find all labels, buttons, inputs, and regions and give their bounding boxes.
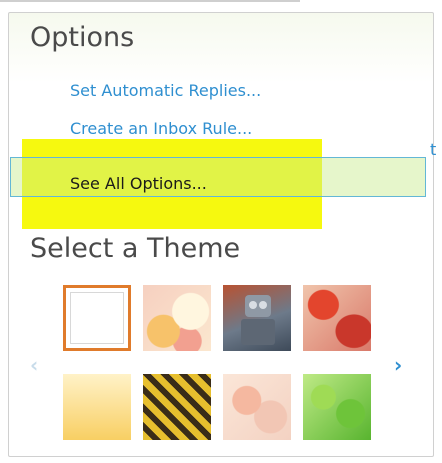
theme-thumbnail-default[interactable] [63,285,131,351]
background-text-fragment: t [430,140,437,159]
select-theme-heading: Select a Theme [30,233,241,264]
options-heading: Options [30,22,135,53]
theme-thumbnail-striped-bee[interactable] [143,374,211,440]
theme-thumbnail-robot[interactable] [223,285,291,351]
set-automatic-replies-link[interactable]: Set Automatic Replies... [70,81,261,100]
previous-themes-arrow-icon[interactable]: ‹ [30,353,38,377]
robot-body-shape [241,319,275,345]
theme-thumbnail-yellow-gradient[interactable] [63,374,131,440]
see-all-options-link[interactable]: See All Options... [70,174,207,193]
theme-thumbnail-pink-flowers[interactable] [223,374,291,440]
robot-eye-shape [249,301,257,309]
blank-theme-preview [70,292,124,344]
theme-thumbnail-green-leaves[interactable] [303,374,371,440]
robot-eye-shape [259,301,267,309]
next-themes-arrow-icon[interactable]: › [394,353,402,377]
create-inbox-rule-link[interactable]: Create an Inbox Rule... [70,119,252,138]
theme-thumbnail-peach-circles[interactable] [143,285,211,351]
window-top-edge [0,0,300,2]
theme-thumbnail-autumn-leaves[interactable] [303,285,371,351]
